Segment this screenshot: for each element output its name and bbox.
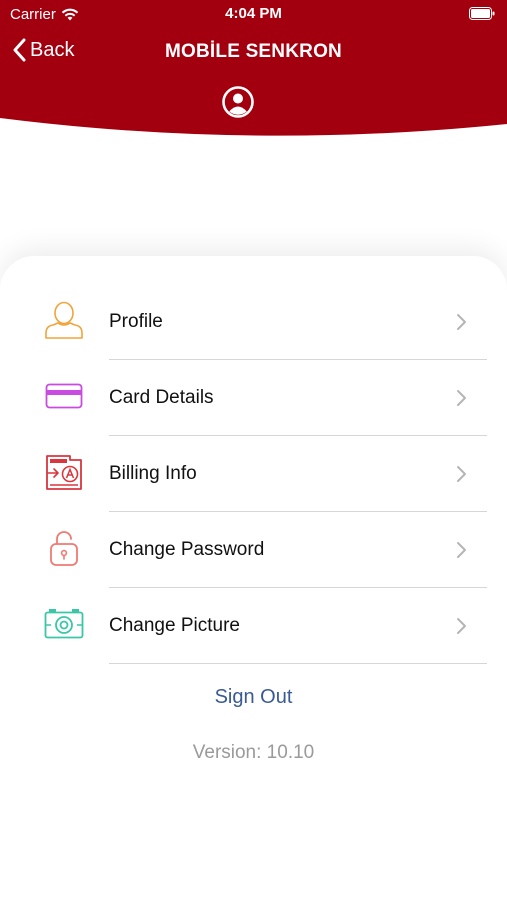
menu-item-change-password[interactable]: Change Password — [0, 512, 507, 588]
credit-card-icon — [45, 383, 83, 409]
sign-out-button[interactable]: Sign Out — [0, 686, 507, 709]
user-circle-icon[interactable] — [222, 86, 254, 118]
chevron-right-icon — [457, 618, 466, 634]
chevron-right-icon — [457, 466, 466, 482]
chevron-right-icon — [457, 542, 466, 558]
billing-document-icon — [46, 455, 82, 490]
menu-item-billing-info[interactable]: Billing Info — [0, 436, 507, 512]
camera-icon — [44, 609, 84, 639]
menu-item-label: Card Details — [109, 387, 214, 408]
menu-item-label: Profile — [109, 311, 163, 332]
header: Carrier 4:04 PM Back MOBİLE SENKRON — [0, 0, 507, 140]
user-icon — [45, 301, 83, 339]
menu-item-label: Change Password — [109, 539, 265, 560]
menu-item-change-picture[interactable]: Change Picture — [0, 588, 507, 664]
navigation-bar: Back MOBİLE SENKRON — [0, 34, 507, 70]
lock-icon — [50, 531, 78, 566]
menu-item-label: Billing Info — [109, 463, 197, 484]
menu-item-profile[interactable]: Profile — [0, 284, 507, 360]
version-label: Version: 10.10 — [192, 742, 315, 763]
menu-item-label: Change Picture — [109, 615, 240, 636]
divider — [109, 663, 487, 664]
battery-icon — [469, 7, 495, 20]
status-time: 4:04 PM — [225, 5, 282, 22]
chevron-right-icon — [457, 390, 466, 406]
status-bar: Carrier 4:04 PM — [0, 0, 507, 28]
menu-item-card-details[interactable]: Card Details — [0, 360, 507, 436]
page-title: MOBİLE SENKRON — [165, 41, 342, 62]
chevron-right-icon — [457, 314, 466, 330]
